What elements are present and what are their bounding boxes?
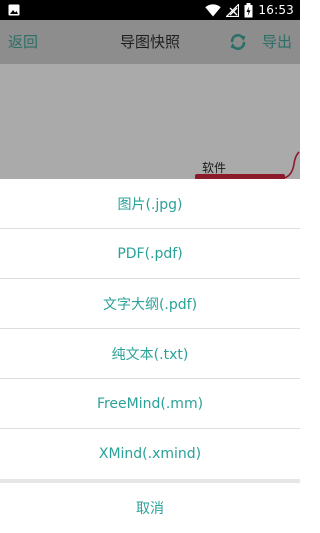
cancel-button[interactable]: 取消 — [0, 483, 300, 533]
export-option-pdf[interactable]: PDF(.pdf) — [0, 229, 300, 279]
status-time: 16:53 — [258, 3, 294, 17]
wifi-icon — [205, 3, 222, 17]
export-sheet: 图片(.jpg) PDF(.pdf) 文字大纲(.pdf) 纯文本(.txt) … — [0, 179, 300, 533]
screen: 16:53 返回 导图快照 导出 软件 图片(.jpg) PDF(.pdf) 文… — [0, 0, 300, 533]
signal-icon — [226, 3, 240, 17]
export-option-jpg[interactable]: 图片(.jpg) — [0, 179, 300, 229]
status-icons: 16:53 — [205, 2, 294, 18]
battery-icon — [244, 2, 253, 17]
mindmap-branch-line — [283, 151, 300, 179]
export-option-outline-pdf[interactable]: 文字大纲(.pdf) — [0, 279, 300, 329]
refresh-icon[interactable] — [228, 32, 248, 52]
image-icon — [8, 4, 20, 16]
export-button[interactable]: 导出 — [262, 31, 292, 52]
export-option-xmind[interactable]: XMind(.xmind) — [0, 429, 300, 479]
status-bar: 16:53 — [0, 0, 300, 20]
title-bar: 返回 导图快照 导出 — [0, 20, 300, 64]
export-option-txt[interactable]: 纯文本(.txt) — [0, 329, 300, 379]
page-title: 导图快照 — [119, 33, 180, 51]
export-option-freemind[interactable]: FreeMind(.mm) — [0, 379, 300, 429]
